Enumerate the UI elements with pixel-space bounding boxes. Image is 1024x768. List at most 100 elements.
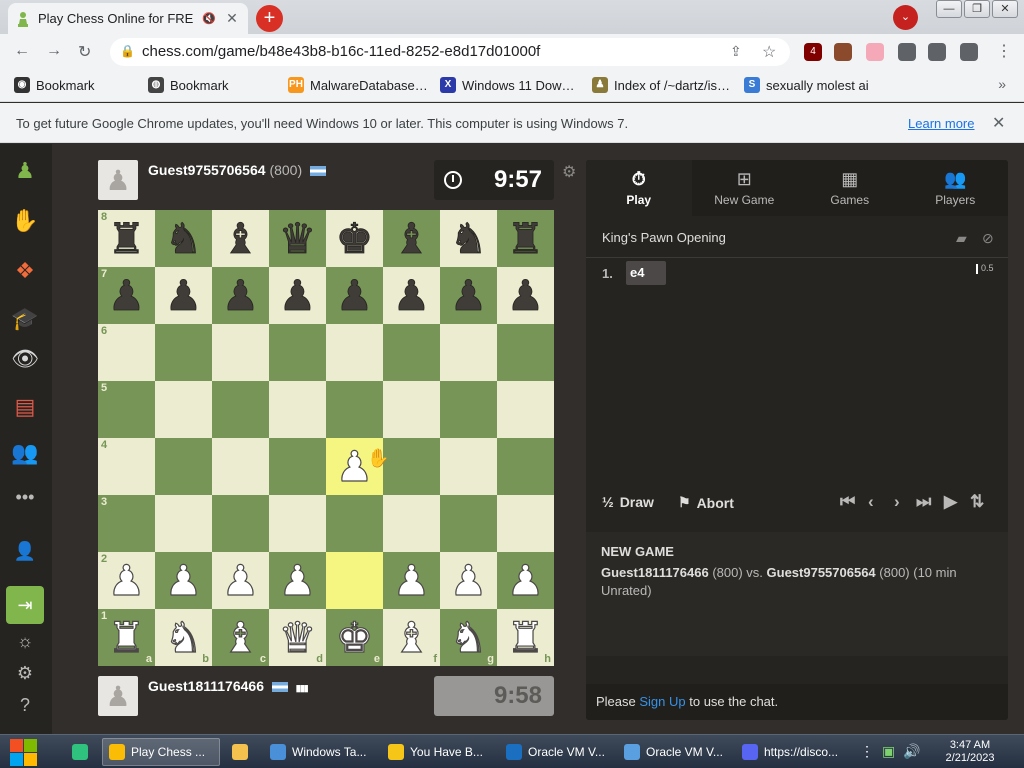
tab-games[interactable]: ▦ Games	[797, 160, 903, 216]
square-d5[interactable]	[269, 381, 326, 438]
square-a1[interactable]: 1 a ♜	[98, 609, 155, 666]
black-rook-icon[interactable]: ♜	[107, 217, 145, 260]
square-g8[interactable]: ♞	[440, 210, 497, 267]
square-b7[interactable]: ♟	[155, 267, 212, 324]
square-g5[interactable]	[440, 381, 497, 438]
square-e2[interactable]	[326, 552, 383, 609]
avatar-extension-icon[interactable]	[834, 43, 852, 61]
square-f4[interactable]	[383, 438, 440, 495]
first-move-icon[interactable]: ⏮	[840, 492, 855, 512]
black-pawn-icon[interactable]: ♟	[449, 274, 487, 317]
square-e7[interactable]: ♟	[326, 267, 383, 324]
avatar[interactable]: ♟	[98, 160, 138, 200]
square-h1[interactable]: h ♜	[497, 609, 554, 666]
taskbar-item[interactable]: https://disco...	[736, 738, 848, 766]
bookmark-item[interactable]: PH MalwareDatabase…	[288, 77, 428, 93]
square-h3[interactable]	[497, 495, 554, 552]
watch-icon[interactable]: 👁	[10, 344, 40, 374]
white-pawn-icon[interactable]: ♟	[392, 558, 431, 601]
black-pawn-icon[interactable]: ♟	[221, 274, 259, 317]
square-d2[interactable]: ♟	[269, 552, 326, 609]
square-e5[interactable]	[326, 381, 383, 438]
analysis-icon[interactable]: ⊘	[982, 230, 994, 247]
square-c1[interactable]: c ♝	[212, 609, 269, 666]
audio-icon[interactable]: 🔇	[202, 12, 216, 25]
black-pawn-icon[interactable]: ♟	[278, 274, 316, 317]
last-move-icon[interactable]: ⏭	[916, 492, 931, 512]
taskbar-item[interactable]: Oracle VM V...	[500, 738, 612, 766]
news-icon[interactable]: ▤	[10, 392, 40, 422]
square-d6[interactable]	[269, 324, 326, 381]
bookmark-item[interactable]: ◍ Bookmark	[148, 77, 229, 93]
theme-icon[interactable]: ☼	[10, 626, 40, 656]
prev-move-icon[interactable]: ‹	[868, 492, 874, 512]
settings-icon[interactable]: ⚙	[10, 658, 40, 688]
square-c4[interactable]	[212, 438, 269, 495]
square-h4[interactable]	[497, 438, 554, 495]
black-knight-icon[interactable]: ♞	[164, 217, 202, 260]
puzzles-icon[interactable]: ✋	[10, 206, 40, 236]
square-e1[interactable]: e ♚	[326, 609, 383, 666]
square-d8[interactable]: ♛	[269, 210, 326, 267]
square-h8[interactable]: ♜	[497, 210, 554, 267]
square-g3[interactable]	[440, 495, 497, 552]
taskbar-item[interactable]	[226, 738, 254, 766]
close-window-button[interactable]: ✕	[992, 0, 1018, 18]
white-rook-icon[interactable]: ♜	[506, 615, 545, 658]
square-a7[interactable]: 7 ♟	[98, 267, 155, 324]
black-pawn-icon[interactable]: ♟	[107, 274, 145, 317]
opening-name[interactable]: King's Pawn Opening	[602, 230, 726, 245]
black-bishop-icon[interactable]: ♝	[392, 217, 430, 260]
white-bishop-icon[interactable]: ♝	[221, 615, 260, 658]
learn-icon[interactable]: 🎓	[10, 304, 40, 334]
square-d4[interactable]	[269, 438, 326, 495]
help-icon[interactable]: ?	[10, 690, 40, 720]
square-b4[interactable]	[155, 438, 212, 495]
chesscom-logo-icon[interactable]: ♟	[10, 156, 40, 186]
reload-icon[interactable]: ↻	[78, 42, 91, 62]
play-icon[interactable]: ▶	[944, 492, 957, 512]
share-icon[interactable]: ⇪	[730, 43, 742, 60]
tab-search-icon[interactable]: ⌄	[893, 5, 918, 30]
login-button[interactable]: ⇥	[6, 586, 44, 624]
square-b2[interactable]: ♟	[155, 552, 212, 609]
play-icon[interactable]: ❖	[10, 256, 40, 286]
square-d7[interactable]: ♟	[269, 267, 326, 324]
taskbar-item[interactable]	[66, 738, 94, 766]
flag-extension-icon[interactable]	[866, 43, 884, 61]
square-b1[interactable]: b ♞	[155, 609, 212, 666]
bookmark-item[interactable]: ♟ Index of /~dartz/is…	[592, 77, 730, 93]
top-player-name[interactable]: Guest9755706564	[148, 162, 266, 178]
black-queen-icon[interactable]: ♛	[278, 217, 316, 260]
bookmark-star-icon[interactable]: ☆	[762, 42, 776, 62]
minimize-button[interactable]: —	[936, 0, 962, 18]
windows-start-icon[interactable]	[8, 737, 38, 767]
square-a6[interactable]: 6	[98, 324, 155, 381]
white-pawn-icon[interactable]: ♟	[449, 558, 488, 601]
square-g2[interactable]: ♟	[440, 552, 497, 609]
black-pawn-icon[interactable]: ♟	[164, 274, 202, 317]
black-knight-icon[interactable]: ♞	[449, 217, 487, 260]
white-rook-icon[interactable]: ♜	[107, 615, 146, 658]
infobar-close-icon[interactable]: ✕	[992, 113, 1005, 133]
profile-icon[interactable]	[960, 43, 978, 61]
chess-board[interactable]: 8 ♜ ♞ ♝ ♛ ♚ ♝ ♞ ♜ 7 ♟ ♟ ♟ ♟ ♟ ♟ ♟ ♟ 6 5 4 ♟ 3 2 ♟ ♟ ♟ ♟ ♟ ♟ ♟ 1 a ♜ b ♞ c ♝ d ♛…	[98, 210, 554, 666]
forward-icon[interactable]: →	[46, 42, 62, 60]
puzzle-icon[interactable]	[898, 43, 916, 61]
square-a5[interactable]: 5	[98, 381, 155, 438]
square-a3[interactable]: 3	[98, 495, 155, 552]
square-g6[interactable]	[440, 324, 497, 381]
white-queen-icon[interactable]: ♛	[278, 615, 317, 658]
network-icon[interactable]: ▣	[882, 743, 895, 760]
move-e4[interactable]: e4	[626, 261, 666, 285]
black-pawn-icon[interactable]: ♟	[506, 274, 544, 317]
square-f1[interactable]: f ♝	[383, 609, 440, 666]
taskbar-item[interactable]: Windows Ta...	[264, 738, 376, 766]
square-e6[interactable]	[326, 324, 383, 381]
show-hidden-icon[interactable]: ⋮	[860, 743, 874, 760]
white-pawn-icon[interactable]: ♟	[278, 558, 317, 601]
signup-link[interactable]: Sign Up	[639, 694, 685, 709]
square-g1[interactable]: g ♞	[440, 609, 497, 666]
next-move-icon[interactable]: ›	[894, 492, 900, 512]
sidepanel-icon[interactable]	[928, 43, 946, 61]
